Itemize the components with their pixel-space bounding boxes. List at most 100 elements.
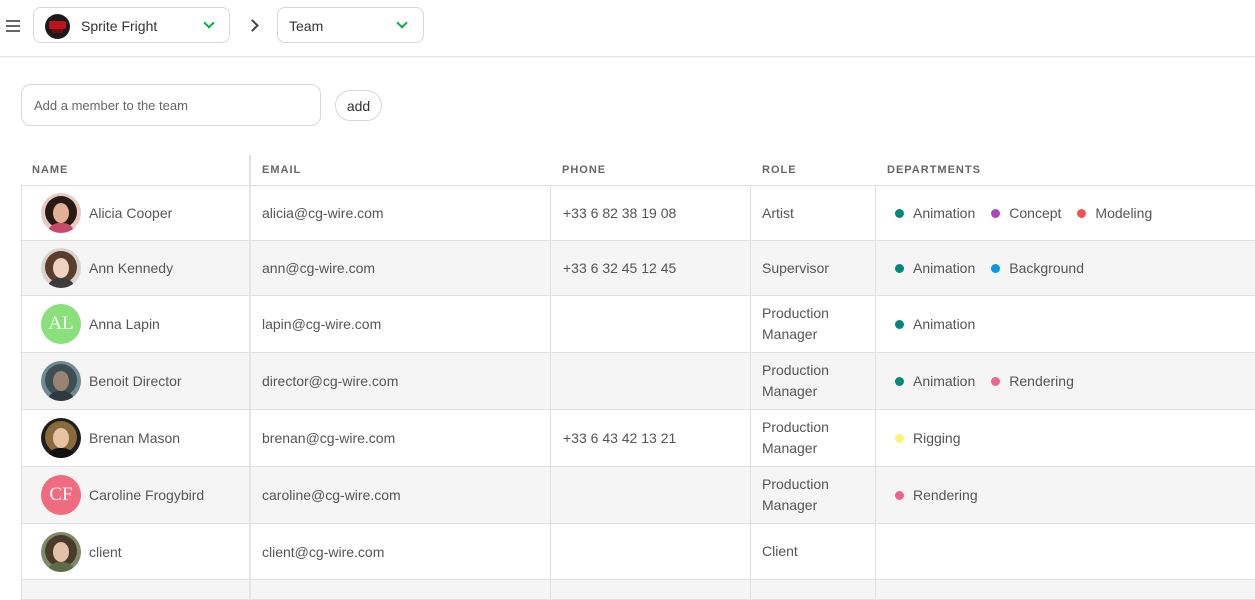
table-row[interactable]: Brenan Mason brenan@cg-wire.com +33 6 43… xyxy=(21,410,1255,467)
phone-cell xyxy=(551,524,751,579)
phone-cell: +33 6 43 42 13 21 xyxy=(551,410,751,466)
department-color-dot-icon xyxy=(991,208,1001,218)
avatar xyxy=(41,531,81,572)
section-selector[interactable]: Team xyxy=(277,7,424,43)
department-tag: Animation xyxy=(895,373,975,389)
column-header-phone[interactable]: PHONE xyxy=(551,155,751,185)
departments-cell: Animation Background xyxy=(876,241,1255,295)
departments-cell xyxy=(876,524,1255,579)
role-cell: Artist xyxy=(751,186,876,240)
role-cell: Production Manager xyxy=(751,353,876,409)
top-bar: Sprite Fright Team xyxy=(0,0,1255,57)
avatar: CF xyxy=(41,475,81,515)
department-tag: Background xyxy=(991,260,1084,276)
team-table: NAME EMAIL PHONE ROLE DEPARTMENTS Alicia… xyxy=(21,155,1255,600)
column-header-role[interactable]: ROLE xyxy=(751,155,876,185)
add-member-button[interactable]: add xyxy=(335,90,382,121)
production-selector[interactable]: Sprite Fright xyxy=(33,7,230,43)
column-header-email[interactable]: EMAIL xyxy=(251,155,551,185)
table-row[interactable]: client client@cg-wire.com Client xyxy=(21,524,1255,580)
column-header-name[interactable]: NAME xyxy=(21,155,251,185)
phone-cell xyxy=(551,296,751,352)
email-cell: client@cg-wire.com xyxy=(251,524,551,579)
department-name: Animation xyxy=(913,260,976,276)
department-name: Modeling xyxy=(1095,205,1153,221)
chevron-right-icon xyxy=(246,19,259,32)
departments-cell: Rendering xyxy=(876,467,1255,523)
table-row[interactable]: CF Caroline Frogybird caroline@cg-wire.c… xyxy=(21,467,1255,524)
department-color-dot-icon xyxy=(991,263,1001,273)
department-color-dot-icon xyxy=(895,433,904,443)
department-tag: Modeling xyxy=(1077,205,1152,221)
avatar xyxy=(41,193,81,233)
department-name: Animation xyxy=(913,373,976,389)
name-cell: Brenan Mason xyxy=(21,410,251,466)
member-name[interactable]: Brenan Mason xyxy=(89,430,180,446)
section-name: Team xyxy=(289,18,324,34)
table-row[interactable]: AL Anna Lapin lapin@cg-wire.com Producti… xyxy=(21,296,1255,353)
avatar xyxy=(41,418,81,458)
departments-cell: Animation Concept Modeling xyxy=(876,186,1255,240)
chevron-down-icon xyxy=(203,17,215,29)
role-cell: Production Manager xyxy=(751,410,876,466)
name-cell: Benoit Director xyxy=(21,353,251,409)
table-row[interactable]: Benoit Director director@cg-wire.com Pro… xyxy=(21,353,1255,410)
table-header: NAME EMAIL PHONE ROLE DEPARTMENTS xyxy=(21,155,1255,186)
production-name: Sprite Fright xyxy=(81,18,158,34)
department-color-dot-icon xyxy=(895,263,904,273)
department-color-dot-icon xyxy=(1077,208,1087,218)
department-name: Animation xyxy=(913,205,976,221)
email-cell: caroline@cg-wire.com xyxy=(251,467,551,523)
email-cell: alicia@cg-wire.com xyxy=(251,186,551,240)
name-cell: Ann Kennedy xyxy=(21,241,251,295)
email-cell: ann@cg-wire.com xyxy=(251,241,551,295)
name-cell: CF Caroline Frogybird xyxy=(21,467,251,523)
member-name[interactable]: Anna Lapin xyxy=(89,316,160,332)
department-tag: Rendering xyxy=(895,487,978,503)
member-name[interactable]: Alicia Cooper xyxy=(89,205,172,221)
avatar xyxy=(41,248,81,288)
department-name: Background xyxy=(1009,260,1084,276)
member-name[interactable]: client xyxy=(89,544,122,560)
phone-cell xyxy=(551,353,751,409)
department-color-dot-icon xyxy=(895,490,904,500)
department-name: Rigging xyxy=(913,430,961,446)
email-cell: brenan@cg-wire.com xyxy=(251,410,551,466)
department-tag: Animation xyxy=(895,260,975,276)
name-cell: AL Anna Lapin xyxy=(21,296,251,352)
table-row[interactable]: Alicia Cooper alicia@cg-wire.com +33 6 8… xyxy=(21,186,1255,241)
department-name: Rendering xyxy=(1009,373,1074,389)
member-name[interactable]: Caroline Frogybird xyxy=(89,487,204,503)
role-cell: Client xyxy=(751,524,876,579)
department-color-dot-icon xyxy=(991,376,1001,386)
department-tag: Rendering xyxy=(991,373,1074,389)
departments-cell: Rigging xyxy=(876,410,1255,466)
table-row[interactable] xyxy=(21,580,1255,600)
phone-cell: +33 6 82 38 19 08 xyxy=(551,186,751,240)
email-cell: lapin@cg-wire.com xyxy=(251,296,551,352)
department-tag: Animation xyxy=(895,205,975,221)
name-cell: client xyxy=(21,524,251,579)
add-member-input[interactable] xyxy=(21,84,321,126)
department-color-dot-icon xyxy=(895,376,904,386)
department-name: Rendering xyxy=(913,487,978,503)
avatar: AL xyxy=(41,304,81,344)
role-cell: Supervisor xyxy=(751,241,876,295)
department-tag: Concept xyxy=(991,205,1061,221)
production-thumbnail xyxy=(45,14,70,39)
phone-cell: +33 6 32 45 12 45 xyxy=(551,241,751,295)
department-color-dot-icon xyxy=(895,319,904,329)
department-tag: Rigging xyxy=(895,430,960,446)
table-row[interactable]: Ann Kennedy ann@cg-wire.com +33 6 32 45 … xyxy=(21,241,1255,296)
member-name[interactable]: Benoit Director xyxy=(89,373,182,389)
role-cell: Production Manager xyxy=(751,296,876,352)
chevron-down-icon xyxy=(396,17,408,29)
department-color-dot-icon xyxy=(895,208,904,218)
menu-icon[interactable] xyxy=(6,18,20,32)
column-header-departments[interactable]: DEPARTMENTS xyxy=(876,155,1255,185)
name-cell: Alicia Cooper xyxy=(21,186,251,240)
departments-cell: Animation xyxy=(876,296,1255,352)
role-cell: Production Manager xyxy=(751,467,876,523)
member-name[interactable]: Ann Kennedy xyxy=(89,260,173,276)
departments-cell: Animation Rendering xyxy=(876,353,1255,409)
